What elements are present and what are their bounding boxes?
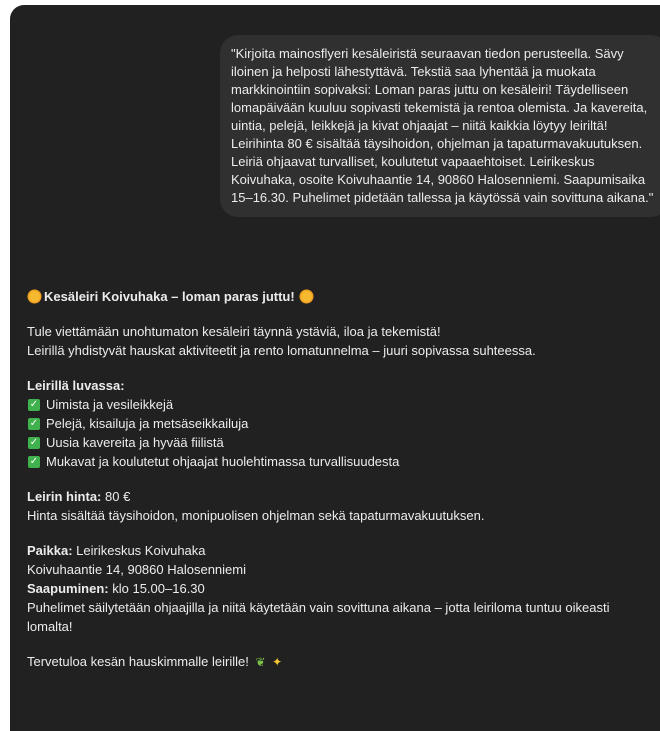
sparkles-icon: ✦ [272,655,283,669]
flyer-title-text: Kesäleiri Koivuhaka – loman paras juttu! [44,289,295,304]
user-message-bubble: "Kirjoita mainosflyeri kesäleiristä seur… [220,35,660,217]
sun-icon [29,291,40,302]
location-section: Paikka: Leirikeskus Koivuhaka Koivuhaant… [27,541,637,636]
list-item-text: Uusia kavereita ja hyvää fiilistä [46,435,224,450]
closing-line: Tervetuloa kesän hauskimmalle leirille! … [27,652,637,672]
chat-window: "Kirjoita mainosflyeri kesäleiristä seur… [10,5,660,731]
list-item-text: Mukavat ja koulutetut ohjaajat huolehtim… [46,454,400,469]
place-value: Leirikeskus Koivuhaka [72,543,206,558]
check-mark-button-icon: ✓ [28,455,40,468]
check-mark-button-icon: ✓ [28,398,40,411]
check-mark-button-icon: ✓ [28,417,40,430]
intro-line: Leirillä yhdistyvät hauskat aktiviteetit… [27,343,536,358]
arrival-value: klo 15.00–16.30 [108,581,205,596]
price-value: 80 € [101,489,131,504]
intro-paragraph: Tule viettämään unohtumaton kesäleiri tä… [27,322,637,360]
price-label: Leirin hinta: [27,489,102,504]
sun-icon [300,291,312,302]
place-label: Paikka: [27,543,73,558]
arrival-label: Saapuminen: [27,581,109,596]
list-item: ✓ Mukavat ja koulutetut ohjaajat huoleht… [27,452,637,471]
address: Koivuhaantie 14, 90860 Halosenniemi [27,562,246,577]
activities-section: Leirillä luvassa: ✓ Uimista ja vesileikk… [27,376,637,471]
herb-icon: ❦ [255,655,266,669]
phones-note: Puhelimet säilytetään ohjaajilla ja niit… [27,600,610,634]
assistant-message: Kesäleiri Koivuhaka – loman paras juttu!… [27,287,637,672]
list-item: ✓ Pelejä, kisailuja ja metsäseikkailuja [27,414,637,433]
intro-line: Tule viettämään unohtumaton kesäleiri tä… [27,324,441,339]
price-description: Hinta sisältää täysihoidon, monipuolisen… [27,508,485,523]
list-item-text: Uimista ja vesileikkejä [46,397,174,412]
check-mark-button-icon: ✓ [28,436,40,449]
closing-text: Tervetuloa kesän hauskimmalle leirille! [27,654,249,669]
list-item: ✓ Uimista ja vesileikkejä [27,395,637,414]
list-item: ✓ Uusia kavereita ja hyvää fiilistä [27,433,637,452]
price-section: Leirin hinta: 80 € Hinta sisältää täysih… [27,487,637,525]
list-item-text: Pelejä, kisailuja ja metsäseikkailuja [46,416,249,431]
activities-heading: Leirillä luvassa: [27,378,125,393]
user-message-text: "Kirjoita mainosflyeri kesäleiristä seur… [231,46,654,205]
flyer-title: Kesäleiri Koivuhaka – loman paras juttu! [27,287,637,306]
